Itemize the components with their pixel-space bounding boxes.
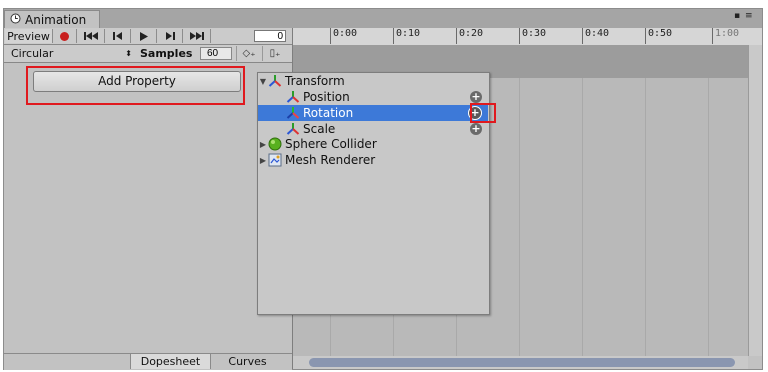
clip-selector[interactable]: Circular ⬍ [6, 46, 136, 61]
tab-animation[interactable]: Animation [4, 10, 100, 28]
fold-closed-icon: ▶ [259, 139, 267, 149]
updown-arrow-icon: ⬍ [125, 49, 132, 58]
vertical-scrollbar[interactable] [748, 45, 762, 356]
clip-name: Circular [11, 47, 54, 60]
timeline-tick: 0:00 [330, 28, 357, 44]
popup-item-transform[interactable]: ▼ Transform [258, 73, 488, 89]
samples-field[interactable] [200, 47, 232, 60]
popup-item-label: Sphere Collider [285, 137, 377, 151]
play-icon [139, 31, 148, 41]
tab-curves[interactable]: Curves [210, 354, 284, 369]
transform-axes-icon [286, 107, 300, 119]
timeline-tick: 0:10 [393, 28, 420, 44]
transform-axes-icon [286, 91, 300, 103]
next-keyframe-button[interactable] [157, 29, 183, 43]
timeline-tick: 0:40 [582, 28, 609, 44]
first-keyframe-button[interactable] [77, 29, 105, 43]
step-back-icon [112, 32, 122, 40]
timeline-tick: 0:50 [645, 28, 672, 44]
add-scale-button[interactable]: + [470, 123, 482, 135]
skip-to-start-icon [83, 32, 98, 40]
mesh-renderer-icon [268, 153, 282, 167]
add-position-button[interactable]: + [470, 91, 482, 103]
timeline-tick: 0:30 [519, 28, 546, 44]
popup-item-label: Mesh Renderer [285, 153, 376, 167]
popup-item-rotation[interactable]: Rotation + [258, 105, 488, 121]
samples-label: Samples [140, 47, 193, 60]
last-keyframe-button[interactable] [183, 29, 211, 43]
popup-item-scale[interactable]: Scale + [258, 121, 488, 137]
sphere-collider-icon [268, 137, 282, 151]
window-menu-icon[interactable]: ▪ ≡ [734, 11, 754, 21]
popup-item-label: Scale [303, 122, 336, 136]
tab-dopesheet[interactable]: Dopesheet [130, 354, 210, 369]
preview-button[interactable]: Preview [5, 29, 53, 43]
horizontal-scroll-thumb[interactable] [309, 358, 735, 367]
tab-title: Animation [25, 12, 87, 27]
timeline-tick: 0:20 [456, 28, 483, 44]
fold-closed-icon: ▶ [259, 155, 267, 165]
popup-item-label: Position [303, 90, 350, 104]
popup-item-sphere-collider[interactable]: ▶ Sphere Collider [258, 136, 488, 152]
highlight-box [470, 103, 496, 123]
record-icon [60, 31, 69, 41]
add-event-icon: ▯₊ [269, 48, 281, 59]
record-button[interactable] [53, 29, 77, 43]
play-button[interactable] [131, 29, 157, 43]
add-keyframe-icon: ◇₊ [242, 48, 256, 59]
add-event-button[interactable]: ▯₊ [262, 46, 287, 61]
timeline-tick: 1:00 [712, 28, 739, 44]
transform-axes-icon [268, 75, 282, 87]
skip-to-end-icon [189, 32, 204, 40]
highlight-box [26, 66, 245, 105]
add-keyframe-button[interactable]: ◇₊ [236, 46, 261, 61]
popup-item-label: Transform [285, 74, 345, 88]
timeline-ruler[interactable]: 0:00 0:10 0:20 0:30 0:40 0:50 1:00 [292, 28, 762, 46]
frame-field[interactable] [254, 30, 286, 42]
popup-item-position[interactable]: Position + [258, 89, 488, 105]
transform-axes-icon [286, 123, 300, 135]
popup-item-label: Rotation [303, 106, 354, 120]
tab-bar [4, 9, 762, 29]
previous-keyframe-button[interactable] [105, 29, 131, 43]
property-list-pane [4, 63, 292, 353]
fold-open-icon: ▼ [259, 76, 267, 86]
step-forward-icon [165, 32, 175, 40]
clock-icon [10, 13, 21, 27]
popup-item-mesh-renderer[interactable]: ▶ Mesh Renderer [258, 152, 488, 168]
